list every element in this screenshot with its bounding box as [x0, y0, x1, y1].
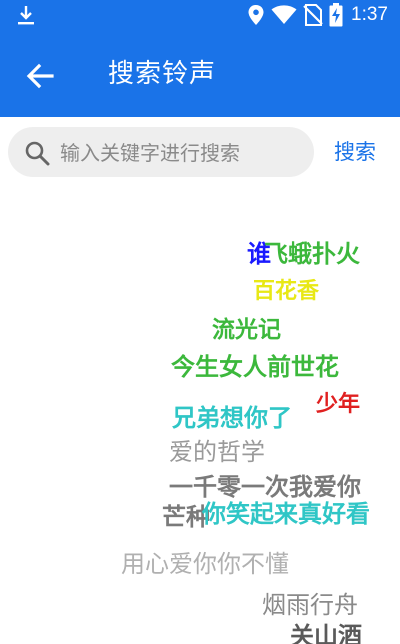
tag-item[interactable]: 百花香: [253, 281, 319, 303]
wifi-icon: [271, 5, 297, 24]
location-icon: [248, 5, 264, 25]
status-icons: 1:37: [247, 3, 388, 27]
tag-item[interactable]: 爱的哲学: [169, 440, 265, 464]
tag-item[interactable]: 少年: [316, 394, 360, 416]
tag-item[interactable]: 用心爱你你不懂: [121, 552, 289, 576]
app-bar: 搜索铃声: [0, 30, 400, 117]
tag-item[interactable]: 今生女人前世花: [171, 355, 339, 379]
search-button[interactable]: 搜索: [334, 137, 376, 167]
tag-item[interactable]: 一千零一次我爱你: [169, 475, 361, 499]
search-icon: [25, 141, 50, 166]
search-row: 搜索: [0, 117, 400, 187]
search-input[interactable]: [58, 132, 308, 174]
tag-item[interactable]: 你笑起来真好看: [202, 502, 370, 526]
battery-charging-icon: [329, 3, 343, 27]
no-sim-icon: [303, 4, 323, 26]
status-time: 1:37: [351, 4, 388, 25]
tag-item[interactable]: 关山酒: [290, 624, 362, 644]
status-bar: 1:37: [0, 0, 400, 30]
tag-item[interactable]: 烟雨行舟: [262, 593, 358, 617]
search-box[interactable]: [8, 127, 314, 177]
page-title: 搜索铃声: [108, 59, 217, 89]
tag-item[interactable]: 兄弟想你了: [172, 406, 292, 430]
tag-cloud: 谁 飞蛾扑火 百花香 流光记 今生女人前世花 少年 兄弟想你了 爱的哲学 一千零…: [0, 187, 400, 644]
arrow-back-icon[interactable]: [24, 60, 56, 92]
tag-item[interactable]: 流光记: [212, 319, 281, 342]
tag-item[interactable]: 飞蛾扑火: [264, 242, 360, 266]
download-icon: [18, 6, 34, 25]
